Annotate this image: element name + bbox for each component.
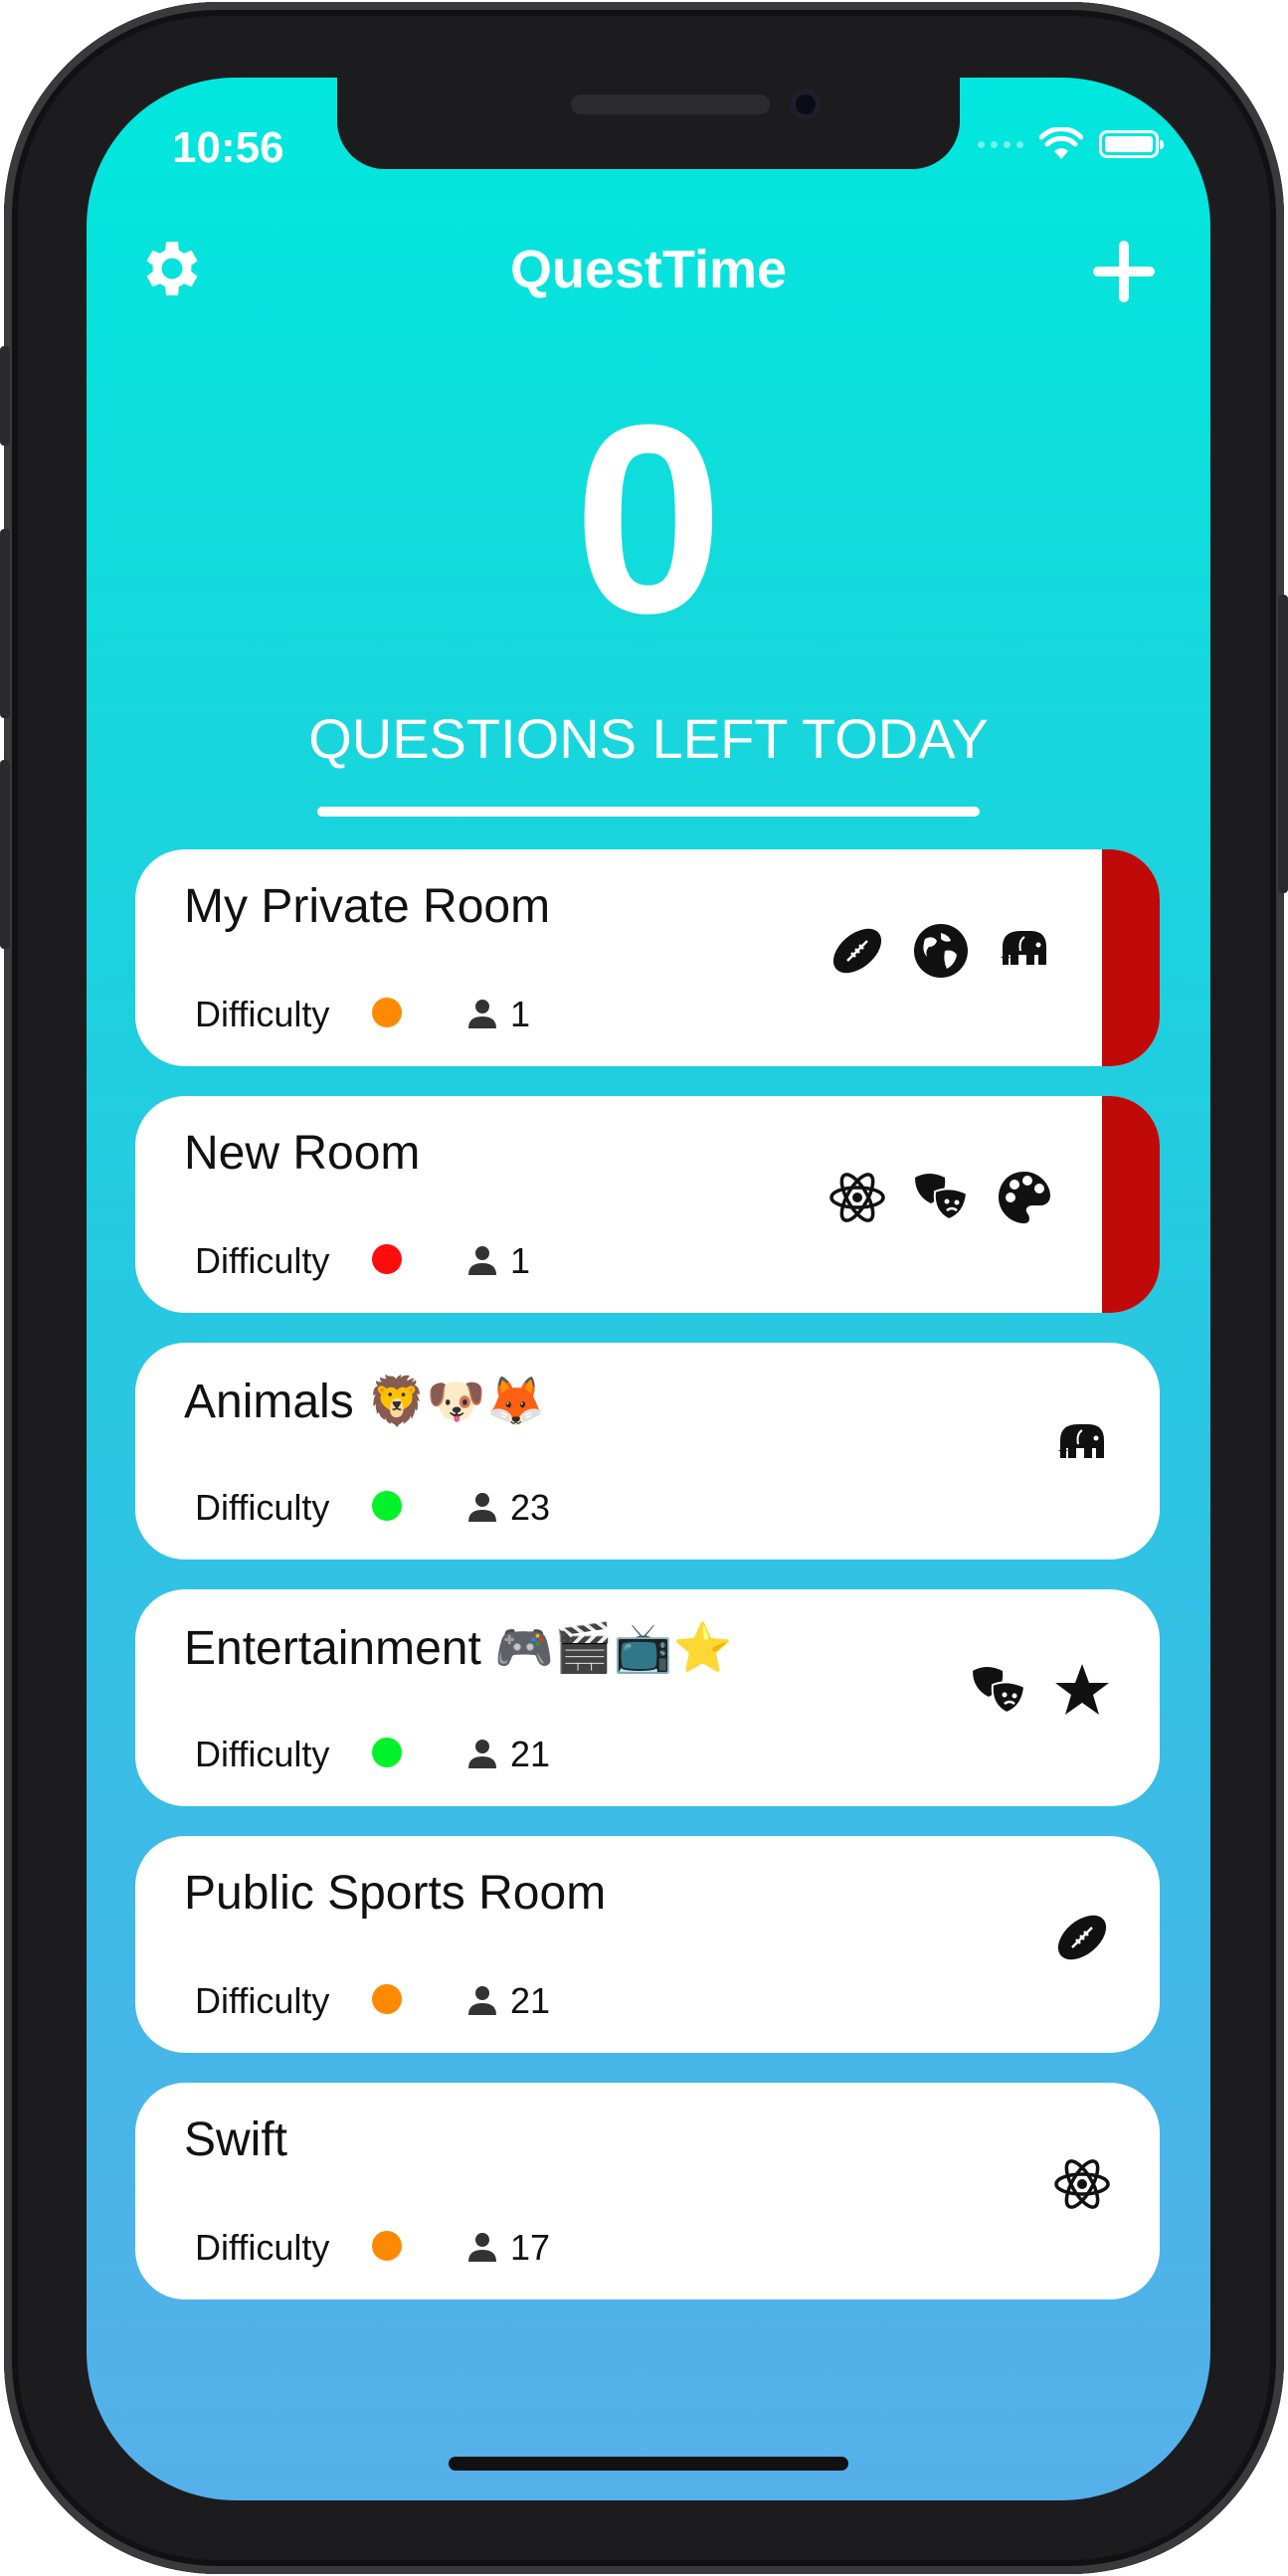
earpiece-speaker <box>571 94 770 114</box>
difficulty-indicator <box>372 1984 402 2014</box>
member-count: 21 <box>510 1734 551 1774</box>
difficulty-indicator <box>372 2231 402 2261</box>
hero-underline <box>317 807 980 817</box>
category-icons <box>1052 1414 1112 1474</box>
member-count: 1 <box>510 1240 531 1281</box>
difficulty-label: Difficulty <box>195 1240 330 1281</box>
football-icon <box>1057 1915 1107 1960</box>
room-flag-marker <box>1102 849 1160 1066</box>
elephant-icon <box>1001 931 1046 965</box>
person-icon <box>468 2233 496 2262</box>
person-icon <box>468 1246 496 1275</box>
theater-masks-icon <box>915 1174 969 1221</box>
questions-left-label: QUESTIONS LEFT TODAY <box>308 707 989 770</box>
football-icon <box>832 928 882 974</box>
elephant-icon <box>1058 1424 1104 1458</box>
category-icons <box>1052 1908 1112 1967</box>
plus-icon[interactable] <box>1089 237 1159 306</box>
palette-icon <box>999 1172 1050 1223</box>
category-icons <box>969 1661 1112 1721</box>
atom-icon <box>1054 2159 1110 2209</box>
star-icon <box>1055 1664 1109 1715</box>
app-screen: 10:56 QuestTime 0 QUESTIONS LEFT TODAY M… <box>87 78 1210 2500</box>
person-icon <box>468 1986 496 2015</box>
notch <box>337 78 960 169</box>
mute-switch <box>0 346 10 446</box>
room-name: Entertainment 🎮🎬📺⭐️ <box>184 1622 733 1675</box>
category-icons <box>1052 2154 1112 2214</box>
difficulty-label: Difficulty <box>195 1487 330 1528</box>
room-card[interactable]: Swift Difficulty 17 <box>135 2083 1160 2300</box>
member-count: 17 <box>510 2227 551 2268</box>
wifi-icon <box>1039 127 1083 159</box>
battery-icon <box>1099 130 1164 158</box>
difficulty-label: Difficulty <box>195 994 330 1034</box>
category-icons <box>828 1168 1054 1227</box>
room-card[interactable]: Animals 🦁🐶🦊 Difficulty 23 <box>135 1343 1160 1560</box>
phone-frame: 10:56 QuestTime 0 QUESTIONS LEFT TODAY M… <box>0 2 1288 2574</box>
status-icons <box>978 127 1164 161</box>
person-icon <box>468 1000 496 1028</box>
person-icon <box>468 1740 496 1768</box>
room-card[interactable]: New Room Difficulty 1 <box>135 1096 1160 1313</box>
room-card[interactable]: Public Sports Room Difficulty 21 <box>135 1836 1160 2053</box>
app-title: QuestTime <box>509 240 788 299</box>
volume-up-button <box>0 529 10 718</box>
room-card[interactable]: Entertainment 🎮🎬📺⭐️ Difficulty 21 <box>135 1589 1160 1806</box>
member-count: 23 <box>510 1487 551 1528</box>
difficulty-indicator <box>372 998 402 1027</box>
volume-down-button <box>0 760 10 949</box>
room-name: New Room <box>184 1127 421 1180</box>
member-count: 1 <box>510 994 531 1034</box>
globe-icon <box>914 924 968 978</box>
theater-masks-icon <box>973 1667 1026 1715</box>
status-time: 10:56 <box>172 123 284 172</box>
room-name: Swift <box>184 2114 288 2166</box>
member-count: 21 <box>510 1980 551 2021</box>
front-camera <box>790 89 822 120</box>
difficulty-indicator <box>372 1491 402 1521</box>
difficulty-indicator <box>372 1738 402 1767</box>
difficulty-label: Difficulty <box>195 1980 330 2021</box>
difficulty-label: Difficulty <box>195 2227 330 2268</box>
home-indicator[interactable] <box>449 2457 848 2471</box>
difficulty-label: Difficulty <box>195 1734 330 1774</box>
difficulty-indicator <box>372 1244 402 1274</box>
person-icon <box>468 1493 496 1522</box>
category-icons <box>828 921 1054 981</box>
room-name: Public Sports Room <box>184 1867 607 1920</box>
room-flag-marker <box>1102 1096 1160 1313</box>
questions-left-count: 0 <box>573 370 724 669</box>
signal-dots-icon <box>978 140 1023 148</box>
room-name: Animals 🦁🐶🦊 <box>184 1376 546 1428</box>
room-card[interactable]: My Private Room Difficulty 1 <box>135 849 1160 1066</box>
room-name: My Private Room <box>184 880 551 933</box>
atom-icon <box>829 1173 885 1222</box>
side-button <box>1278 595 1288 893</box>
